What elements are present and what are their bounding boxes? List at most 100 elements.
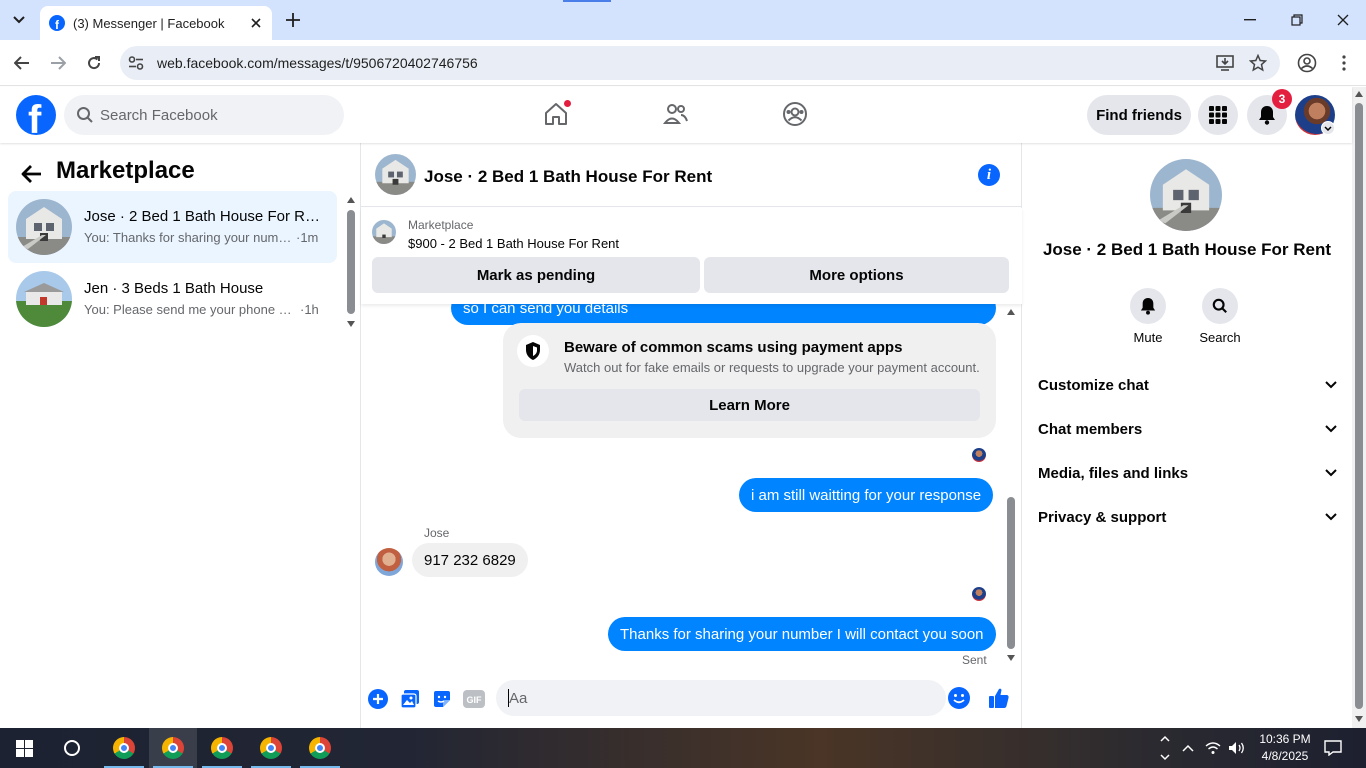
- message-input-placeholder: Aa: [509, 690, 528, 707]
- search-action[interactable]: Search: [1190, 288, 1250, 348]
- chrome-taskbar-icon[interactable]: [100, 728, 148, 768]
- media-files-links-section[interactable]: Media, files and links: [1038, 451, 1338, 495]
- sender-avatar[interactable]: [375, 548, 403, 576]
- browser-profile-icon[interactable]: [1295, 51, 1319, 75]
- scroll-up-arrow-icon[interactable]: [1007, 309, 1015, 315]
- chrome-taskbar-icon-active[interactable]: [149, 728, 197, 768]
- message-bubble-outgoing[interactable]: Thanks for sharing your number I will co…: [608, 617, 996, 651]
- network-wifi-icon[interactable]: [1205, 728, 1221, 768]
- tab-search-chevron-icon[interactable]: [8, 9, 30, 31]
- new-tab-plus-icon[interactable]: [282, 9, 304, 31]
- install-app-icon[interactable]: [1215, 53, 1235, 73]
- account-chevron-down-icon[interactable]: [1321, 121, 1335, 135]
- windows-start-icon[interactable]: [0, 728, 48, 768]
- chrome-icon: [309, 737, 331, 759]
- show-hidden-icons-chevron-up-icon[interactable]: [1182, 728, 1194, 768]
- listing-description[interactable]: $900 - 2 Bed 1 Bath House For Rent: [408, 236, 619, 251]
- conversation-list-scrollbar[interactable]: [346, 197, 356, 327]
- conversation-preview: You: Please send me your phone n... ·1h: [84, 302, 329, 317]
- scrollbar-thumb[interactable]: [1007, 497, 1015, 649]
- gif-icon[interactable]: GIF: [463, 688, 485, 710]
- learn-more-button[interactable]: Learn More: [519, 389, 980, 421]
- scroll-down-arrow-icon[interactable]: [1007, 655, 1015, 661]
- listing-thumbnail[interactable]: [372, 220, 396, 244]
- emoji-icon[interactable]: [948, 687, 970, 709]
- cortana-search-icon[interactable]: [48, 728, 96, 768]
- restore-window-icon[interactable]: [1285, 8, 1309, 32]
- taskbar-clock[interactable]: 10:36 PM 4/8/2025: [1252, 731, 1318, 765]
- add-plus-circle-icon[interactable]: [367, 688, 389, 710]
- conversation-item-jen[interactable]: Jen · 3 Beds 1 Bath House You: Please se…: [8, 263, 337, 335]
- scrollbar-thumb[interactable]: [347, 210, 355, 314]
- scrollbar-thumb[interactable]: [1355, 103, 1363, 709]
- site-settings-icon[interactable]: [128, 55, 144, 71]
- scroll-down-arrow-icon[interactable]: [347, 321, 355, 327]
- action-center-notification-icon[interactable]: [1324, 728, 1342, 768]
- tab-close-icon[interactable]: [246, 13, 266, 33]
- scroll-up-arrow-icon[interactable]: [347, 197, 355, 203]
- address-bar[interactable]: web.facebook.com/messages/t/950672040274…: [120, 46, 1280, 80]
- chat-details-panel: Jose · 2 Bed 1 Bath House For Rent Mute …: [1022, 143, 1352, 728]
- scroll-down-arrow-icon[interactable]: [1355, 716, 1363, 722]
- mute-action[interactable]: Mute: [1118, 288, 1178, 348]
- privacy-support-section[interactable]: Privacy & support: [1038, 495, 1338, 539]
- browser-menu-kebab-icon[interactable]: [1332, 51, 1356, 75]
- chat-members-section[interactable]: Chat members: [1038, 407, 1338, 451]
- groups-icon[interactable]: [780, 99, 810, 129]
- page-scrollbar[interactable]: [1352, 87, 1366, 728]
- chat-house-thumbnail[interactable]: [375, 154, 416, 195]
- customize-chat-section[interactable]: Customize chat: [1038, 363, 1338, 407]
- read-receipt-avatar: [972, 587, 986, 601]
- facebook-favicon-icon: f: [49, 15, 65, 31]
- facebook-logo-icon[interactable]: f: [16, 95, 56, 135]
- reload-icon[interactable]: [82, 51, 106, 75]
- browser-tab-active[interactable]: f (3) Messenger | Facebook: [40, 6, 272, 40]
- tab-title: (3) Messenger | Facebook: [73, 15, 225, 31]
- mute-bell-icon[interactable]: [1130, 288, 1166, 324]
- message-bubble-outgoing[interactable]: i am still waitting for your response: [739, 478, 994, 512]
- facebook-search-box[interactable]: Search Facebook: [64, 95, 344, 135]
- volume-speaker-icon[interactable]: [1228, 728, 1246, 768]
- message-text: 917 232 6829: [424, 551, 516, 569]
- conversation-time: ·1m: [296, 230, 319, 245]
- chrome-taskbar-icon[interactable]: [296, 728, 344, 768]
- friends-icon[interactable]: [661, 99, 691, 129]
- scam-warning-body: Watch out for fake emails or requests to…: [564, 360, 980, 375]
- like-thumbs-up-icon[interactable]: [987, 685, 1011, 711]
- menu-grid-icon[interactable]: [1198, 95, 1238, 135]
- url-text[interactable]: web.facebook.com/messages/t/950672040274…: [157, 55, 478, 71]
- minimize-window-icon[interactable]: [1238, 8, 1262, 32]
- photo-gallery-icon[interactable]: [399, 688, 421, 710]
- forward-arrow-icon[interactable]: [46, 51, 70, 75]
- clock-date: 4/8/2025: [1261, 749, 1309, 763]
- clock-time: 10:36 PM: [1259, 732, 1311, 746]
- close-window-icon[interactable]: [1331, 8, 1355, 32]
- chat-scrollbar[interactable]: [1005, 307, 1017, 667]
- chat-title[interactable]: Jose · 2 Bed 1 Bath House For Rent: [424, 167, 712, 187]
- search-magnifier-icon[interactable]: [1202, 288, 1238, 324]
- find-friends-button[interactable]: Find friends: [1087, 95, 1191, 135]
- section-label: Privacy & support: [1038, 508, 1167, 526]
- scam-warning-card: Beware of common scams using payment app…: [503, 323, 996, 438]
- chrome-taskbar-icon[interactable]: [198, 728, 246, 768]
- conversation-name: Jose · 2 Bed 1 Bath House For Re...: [84, 208, 324, 225]
- chrome-taskbar-icon[interactable]: [247, 728, 295, 768]
- scam-warning-title: Beware of common scams using payment app…: [564, 339, 903, 356]
- scroll-up-arrow-icon[interactable]: [1355, 91, 1363, 97]
- message-bubble-incoming[interactable]: 917 232 6829: [412, 543, 528, 577]
- info-icon[interactable]: i: [978, 164, 1000, 186]
- bookmark-star-icon[interactable]: [1248, 53, 1268, 73]
- back-arrow-icon[interactable]: [10, 51, 34, 75]
- message-sender-name: Jose: [424, 526, 450, 540]
- taskbar-scroll[interactable]: [1160, 728, 1174, 768]
- back-arrow-icon[interactable]: [20, 162, 44, 186]
- details-title: Jose · 2 Bed 1 Bath House For Rent: [1042, 240, 1332, 259]
- more-options-button[interactable]: More options: [704, 257, 1009, 293]
- message-input[interactable]: Aa: [496, 680, 970, 716]
- mark-as-pending-button[interactable]: Mark as pending: [372, 257, 700, 293]
- conversation-item-jose[interactable]: Jose · 2 Bed 1 Bath House For Re... You:…: [8, 191, 337, 263]
- house-thumbnail: [16, 271, 72, 327]
- sticker-icon[interactable]: [431, 688, 453, 710]
- details-house-photo[interactable]: [1150, 159, 1222, 231]
- conversation-preview-text: You: Thanks for sharing your numb...: [84, 230, 296, 245]
